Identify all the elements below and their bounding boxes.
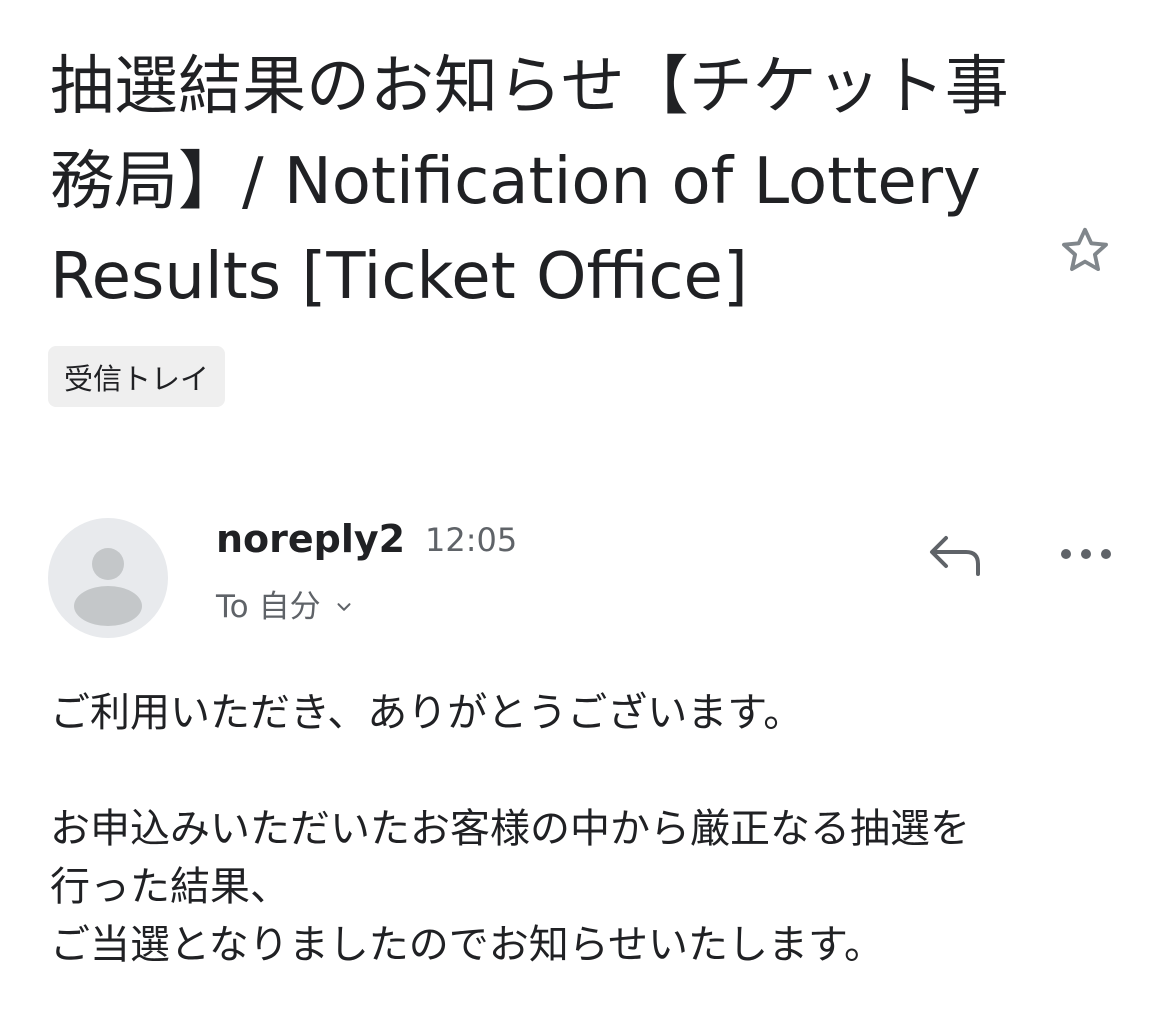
reply-icon xyxy=(930,536,980,576)
star-outline-icon xyxy=(1062,227,1108,272)
label-chip-text: 受信トレイ xyxy=(64,361,210,396)
star-button[interactable] xyxy=(1054,220,1116,282)
email-subject: 抽選結果のお知らせ【チケット事務局】/ Notification of Lott… xyxy=(50,50,1009,314)
avatar[interactable] xyxy=(48,518,168,638)
sender-name[interactable]: noreply2 xyxy=(216,514,405,564)
recipient-prefix: To xyxy=(216,589,249,625)
email-body: ご利用いただき、ありがとうございます。 お申込みいただいたお客様の中から厳正なる… xyxy=(50,684,1130,974)
received-time: 12:05 xyxy=(425,521,518,559)
default-avatar-icon xyxy=(74,548,142,626)
more-horizontal-icon xyxy=(1061,549,1111,559)
recipient-details-toggle[interactable]: To 自分 xyxy=(216,586,355,628)
reply-button[interactable] xyxy=(922,524,986,584)
inbox-label-chip[interactable]: 受信トレイ xyxy=(48,346,226,407)
body-line: ご当選となりましたのでお知らせいたします。 xyxy=(50,922,884,968)
body-line: 行った結果、 xyxy=(50,864,290,910)
chevron-down-icon xyxy=(333,596,355,618)
more-options-button[interactable] xyxy=(1056,530,1116,578)
recipient-name: 自分 xyxy=(258,589,321,625)
body-line: お申込みいただいたお客様の中から厳正なる抽選を xyxy=(50,806,970,852)
body-line: ご利用いただき、ありがとうございます。 xyxy=(50,690,804,736)
